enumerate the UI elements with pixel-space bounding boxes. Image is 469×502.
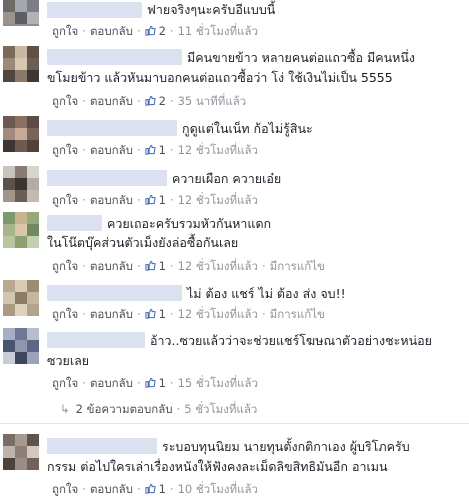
like-count[interactable]: 1 (145, 143, 166, 157)
comment-item: กูดูแต่ในเน็ท ก้อไม่รู้สินะ ถูกใจ · ตอบกลั… (0, 116, 469, 162)
like-link[interactable]: ถูกใจ (52, 193, 78, 207)
comment-item: อ้าว..ซวยแล้วว่าจะช่วยแชร์โฆษณาตัวอย่างช… (0, 328, 469, 394)
reply-link[interactable]: ตอบกลับ (90, 94, 133, 108)
thumbs-up-icon (145, 144, 156, 155)
like-count[interactable]: 1 (145, 259, 166, 273)
timestamp[interactable]: 11 ชั่วโมงที่แล้ว (178, 24, 258, 38)
comment-item: ไม่ ต้อง แชร์ ไม่ ต้อง ส่ง จบ!! ถูกใจ · ตอ… (0, 280, 469, 324)
reply-arrow-icon: ↳ (60, 402, 70, 416)
avatar[interactable] (3, 0, 39, 26)
like-count[interactable]: 1 (145, 482, 166, 496)
comment-actions: ถูกใจ · ตอบกลับ · 1 · 12 ชั่วโมงที่แล้ว (52, 143, 258, 157)
reply-link[interactable]: ตอบกลับ (90, 376, 133, 390)
thumbs-up-icon (145, 260, 156, 271)
comment-actions: ถูกใจ · ตอบกลับ · 1 · 15 ชั่วโมงที่แล้ว (52, 376, 258, 390)
replies-timestamp[interactable]: 5 ชั่วโมงที่แล้ว (184, 402, 257, 416)
reply-link[interactable]: ตอบกลับ (90, 24, 133, 38)
avatar[interactable] (3, 46, 39, 82)
like-link[interactable]: ถูกใจ (52, 24, 78, 38)
comment-text-line: ในโน๊ตบุ๊คส่วนตัวเม็งยังล่อซื้อกันเลย (47, 235, 239, 250)
like-count[interactable]: 2 (145, 24, 166, 38)
avatar[interactable] (3, 116, 39, 152)
thumbs-up-icon (145, 308, 156, 319)
comment-actions: ถูกใจ · ตอบกลับ · 2 · 11 ชั่วโมงที่แล้ว (52, 24, 258, 38)
thumbs-up-icon (145, 95, 156, 106)
like-link[interactable]: ถูกใจ (52, 259, 78, 273)
like-count[interactable]: 1 (145, 376, 166, 390)
thumbs-up-icon (145, 377, 156, 388)
commenter-name[interactable] (47, 285, 182, 301)
reply-link[interactable]: ตอบกลับ (90, 307, 133, 321)
comment-thread: ฟายจริงๆนะครับอีแบบนี้ ถูกใจ · ตอบกลับ · 2 · 1… (0, 0, 469, 502)
replies-summary: ↳ 2 ข้อความตอบกลับ · 5 ชั่วโมงที่แล้ว (60, 402, 258, 416)
avatar[interactable] (3, 212, 39, 248)
commenter-name[interactable] (47, 170, 167, 186)
timestamp[interactable]: 12 ชั่วโมงที่แล้ว (178, 307, 258, 321)
comment-item: ควายเผือก ควายเอ๋ย ถูกใจ · ตอบกลับ · 1 · 12 ชั… (0, 166, 469, 210)
avatar[interactable] (3, 166, 39, 202)
comment-text-line: ซวยเลย (47, 353, 90, 368)
comment-text: มีคนขายข้าว หลายคนต่อแถวซื้อ มีคนหนึ่ง (187, 50, 416, 65)
comment-actions: ถูกใจ · ตอบกลับ · 1 · 12 ชั่วโมงที่แล้ว (52, 193, 258, 207)
comment-text: ไม่ ต้อง แชร์ ไม่ ต้อง ส่ง จบ!! (187, 286, 346, 301)
comment-actions: ถูกใจ · ตอบกลับ · 1 · 12 ชั่วโมงที่แล้ว · มีการแ… (52, 259, 325, 273)
timestamp[interactable]: 12 ชั่วโมงที่แล้ว (178, 259, 258, 273)
like-count[interactable]: 1 (145, 307, 166, 321)
reply-link[interactable]: ตอบกลับ (90, 482, 133, 496)
comment-item: ฟายจริงๆนะครับอีแบบนี้ ถูกใจ · ตอบกลับ · 2 · 1… (0, 0, 469, 42)
timestamp[interactable]: 12 ชั่วโมงที่แล้ว (178, 193, 258, 207)
thumbs-up-icon (145, 25, 156, 36)
reply-link[interactable]: ตอบกลับ (90, 193, 133, 207)
commenter-name[interactable] (47, 215, 102, 231)
timestamp[interactable]: 35 นาทีที่แล้ว (178, 94, 247, 108)
comment-item: ควยเถอะครับรวมหัวกันหาแดก ในโน๊ตบุ๊คส่วน… (0, 212, 469, 276)
comment-actions: ถูกใจ · ตอบกลับ · 1 · 12 ชั่วโมงที่แล้ว · มีการแ… (52, 307, 325, 321)
reply-link[interactable]: ตอบกลับ (90, 259, 133, 273)
thumbs-up-icon (145, 483, 156, 494)
comment-item: ระบอบทุนนิยม นายทุนตั้งกติกาเอง ผู้บริโภ… (0, 434, 469, 502)
like-count[interactable]: 1 (145, 193, 166, 207)
comment-item: มีคนขายข้าว หลายคนต่อแถวซื้อ มีคนหนึ่ง ข… (0, 46, 469, 112)
like-count[interactable]: 2 (145, 94, 166, 108)
timestamp[interactable]: 10 ชั่วโมงที่แล้ว (178, 482, 258, 496)
view-replies-link[interactable]: 2 ข้อความตอบกลับ (76, 402, 173, 416)
comment-text: ควยเถอะครับรวมหัวกันหาแดก (107, 216, 272, 231)
comment-text: กูดูแต่ในเน็ท ก้อไม่รู้สินะ (182, 121, 313, 136)
comment-actions: ถูกใจ · ตอบกลับ · 2 · 35 นาทีที่แล้ว (52, 94, 247, 108)
avatar[interactable] (3, 434, 39, 470)
timestamp[interactable]: 12 ชั่วโมงที่แล้ว (178, 143, 258, 157)
thumbs-up-icon (145, 194, 156, 205)
like-link[interactable]: ถูกใจ (52, 482, 78, 496)
commenter-name[interactable] (47, 332, 145, 348)
comment-actions: ถูกใจ · ตอบกลับ · 1 · 10 ชั่วโมงที่แล้ว (52, 482, 258, 496)
avatar[interactable] (3, 280, 39, 316)
avatar[interactable] (3, 328, 39, 364)
like-link[interactable]: ถูกใจ (52, 376, 78, 390)
commenter-name[interactable] (47, 120, 177, 136)
edited-label[interactable]: มีการแก้ไข (270, 307, 325, 321)
reply-link[interactable]: ตอบกลับ (90, 143, 133, 157)
like-link[interactable]: ถูกใจ (52, 143, 78, 157)
like-link[interactable]: ถูกใจ (52, 307, 78, 321)
timestamp[interactable]: 15 ชั่วโมงที่แล้ว (178, 376, 258, 390)
comment-text: ระบอบทุนนิยม นายทุนตั้งกติกาเอง ผู้บริโภ… (162, 439, 410, 454)
comment-text-line: ขโมยข้าว แล้วหันมาบอกคนต่อแถวซื้อว่า โง่… (47, 70, 393, 85)
like-link[interactable]: ถูกใจ (52, 94, 78, 108)
comment-text: ฟายจริงๆนะครับอีแบบนี้ (147, 2, 276, 17)
comment-text: ควายเผือก ควายเอ๋ย (172, 171, 282, 186)
comment-text: อ้าว..ซวยแล้วว่าจะช่วยแชร์โฆษณาตัวอย่างช… (150, 333, 432, 348)
commenter-name[interactable] (47, 2, 142, 18)
commenter-name[interactable] (47, 438, 157, 454)
commenter-name[interactable] (47, 49, 182, 65)
comment-text-line: กรรม ต่อไปใครเล่าเรื่องหนังให้ฟังคงละเม็… (47, 459, 388, 474)
edited-label[interactable]: มีการแก้ไข (270, 259, 325, 273)
divider (0, 423, 469, 424)
